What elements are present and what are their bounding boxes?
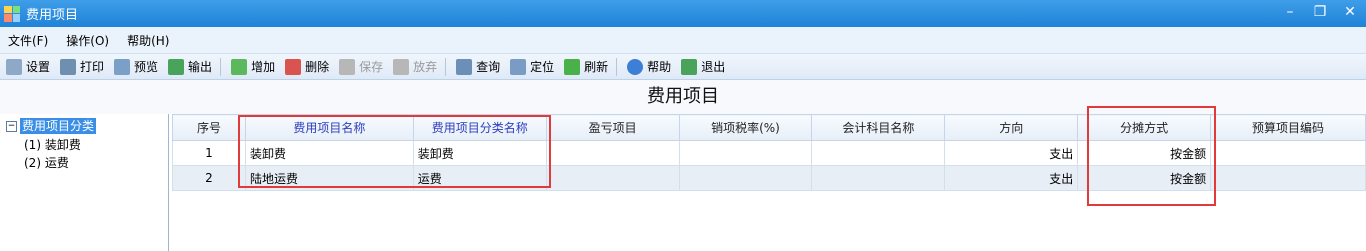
cell-direction[interactable]: 支出 [944, 165, 1079, 191]
discard-button[interactable]: 放弃 [393, 58, 437, 75]
menu-bar: 文件(F) 操作(O) 帮助(H) [0, 27, 1366, 54]
col-profit-item[interactable]: 盈亏项目 [545, 114, 680, 141]
refresh-icon [564, 58, 581, 75]
help-icon [627, 58, 644, 75]
cell-tax-rate[interactable] [678, 165, 813, 191]
cell-account-name[interactable] [811, 165, 946, 191]
menu-help[interactable]: 帮助(H) [127, 32, 169, 49]
preview-button[interactable]: 预览 [114, 58, 158, 75]
exit-button[interactable]: 退出 [681, 58, 725, 75]
collapse-icon[interactable]: − [6, 120, 17, 132]
save-button[interactable]: 保存 [339, 58, 383, 75]
locate-icon [510, 58, 527, 75]
toolbar-separator [616, 57, 618, 76]
toolbar: 设置 打印 预览 输出 增加 删除 保存 放弃 查询 定位 刷新 帮助 退出 [0, 54, 1366, 80]
print-button[interactable]: 打印 [60, 58, 104, 75]
app-icon [4, 5, 20, 22]
cell-tax-rate[interactable] [678, 140, 813, 166]
tree-root[interactable]: − 费用项目分类 [6, 118, 97, 134]
add-button[interactable]: 增加 [231, 58, 275, 75]
tree-item-loading[interactable]: (1) 装卸费 [24, 136, 81, 153]
preview-icon [114, 58, 131, 75]
export-button[interactable]: 输出 [168, 58, 212, 75]
query-icon [456, 58, 473, 75]
col-seq[interactable]: 序号 [172, 114, 246, 141]
toolbar-separator [445, 57, 447, 76]
add-icon [231, 58, 248, 75]
discard-icon [393, 58, 410, 75]
cell-profit-item[interactable] [545, 165, 680, 191]
settings-button[interactable]: 设置 [6, 58, 50, 75]
export-icon [168, 58, 185, 75]
cell-budget-code[interactable] [1210, 165, 1366, 191]
menu-file[interactable]: 文件(F) [8, 32, 48, 49]
tree-item-freight[interactable]: (2) 运费 [24, 154, 69, 171]
window-title: 费用项目 [26, 8, 79, 23]
delete-button[interactable]: 删除 [285, 58, 329, 75]
cell-profit-item[interactable] [545, 140, 680, 166]
save-icon [339, 58, 356, 75]
close-icon[interactable]: ✕ [1342, 4, 1358, 20]
category-tree: − 费用项目分类 (1) 装卸费 (2) 运费 [0, 114, 169, 251]
toolbar-separator [220, 57, 222, 76]
settings-icon [6, 58, 22, 75]
title-bar: 费用项目 – ❐ ✕ [0, 0, 1366, 27]
cell-seq: 2 [172, 165, 246, 191]
refresh-button[interactable]: 刷新 [564, 58, 608, 75]
col-budget-code[interactable]: 预算项目编码 [1210, 114, 1366, 141]
printer-icon [60, 58, 77, 75]
minimize-icon[interactable]: – [1282, 4, 1298, 20]
exit-icon [681, 58, 698, 75]
cell-account-name[interactable] [811, 140, 946, 166]
col-account-name[interactable]: 会计科目名称 [811, 114, 946, 141]
locate-button[interactable]: 定位 [510, 58, 554, 75]
col-tax-rate[interactable]: 销项税率(%) [678, 114, 813, 141]
cell-budget-code[interactable] [1210, 140, 1366, 166]
highlight-allocation-column [1087, 106, 1216, 206]
cell-direction[interactable]: 支出 [944, 140, 1079, 166]
menu-operation[interactable]: 操作(O) [66, 32, 109, 49]
restore-icon[interactable]: ❐ [1312, 4, 1328, 20]
col-direction[interactable]: 方向 [944, 114, 1079, 141]
highlight-name-columns [238, 115, 551, 188]
help-button[interactable]: 帮助 [627, 58, 671, 75]
cell-seq: 1 [172, 140, 246, 166]
query-button[interactable]: 查询 [456, 58, 500, 75]
delete-icon [285, 58, 302, 75]
tree-root-label: 费用项目分类 [20, 118, 97, 134]
